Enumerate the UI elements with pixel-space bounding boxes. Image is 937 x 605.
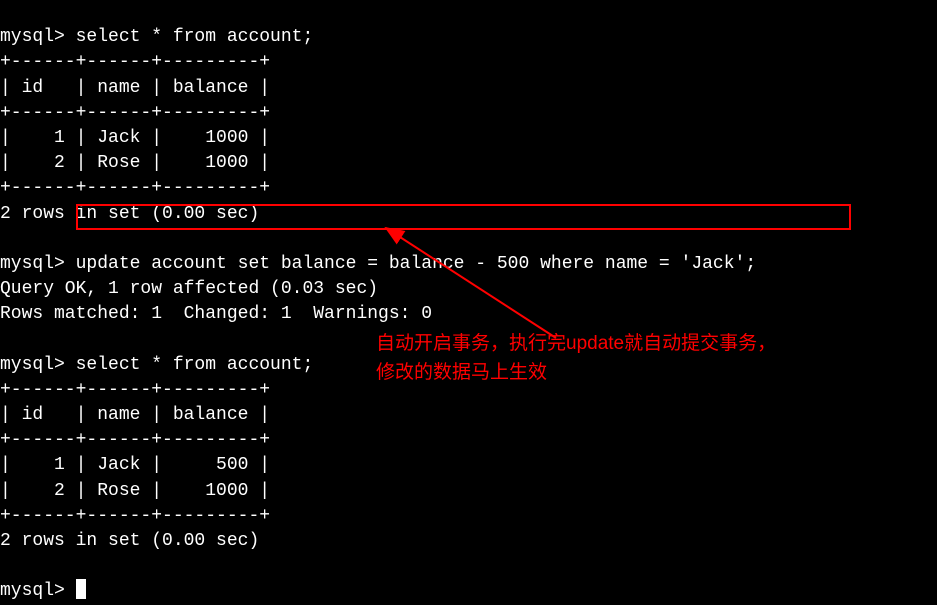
table-border: +------+------+---------+ xyxy=(0,178,270,198)
table1-row2: | 2 | Rose | 1000 | xyxy=(0,153,270,173)
select-query-2: select * from account; xyxy=(65,355,313,375)
table-border: +------+------+---------+ xyxy=(0,52,270,72)
rows-in-set: 2 rows in set (0.00 sec) xyxy=(0,204,259,224)
table-border: +------+------+---------+ xyxy=(0,506,270,526)
mysql-prompt: mysql> xyxy=(0,27,65,47)
annotation-text: 自动开启事务，执行完update就自动提交事务， 修改的数据马上生效 xyxy=(376,330,776,387)
select-query-1: select * from account; xyxy=(65,27,313,47)
mysql-prompt: mysql> xyxy=(0,355,65,375)
table-border: +------+------+---------+ xyxy=(0,380,270,400)
query-ok: Query OK, 1 row affected (0.03 sec) xyxy=(0,279,378,299)
table2-row2: | 2 | Rose | 1000 | xyxy=(0,481,270,501)
annotation-line1: 自动开启事务，执行完update就自动提交事务， xyxy=(376,330,776,359)
annotation-line2: 修改的数据马上生效 xyxy=(376,359,776,388)
mysql-prompt: mysql> xyxy=(0,581,65,601)
table2-row1: | 1 | Jack | 500 | xyxy=(0,455,270,475)
table1-row1: | 1 | Jack | 1000 | xyxy=(0,128,270,148)
table-border: +------+------+---------+ xyxy=(0,103,270,123)
update-query: update account set balance = balance - 5… xyxy=(65,254,756,274)
table-header: | id | name | balance | xyxy=(0,405,270,425)
rows-matched: Rows matched: 1 Changed: 1 Warnings: 0 xyxy=(0,304,432,324)
cursor[interactable] xyxy=(76,579,86,599)
table-header: | id | name | balance | xyxy=(0,78,270,98)
rows-in-set: 2 rows in set (0.00 sec) xyxy=(0,531,259,551)
mysql-prompt: mysql> xyxy=(0,254,65,274)
terminal-output: mysql> select * from account; +------+--… xyxy=(0,0,937,605)
table-border: +------+------+---------+ xyxy=(0,430,270,450)
